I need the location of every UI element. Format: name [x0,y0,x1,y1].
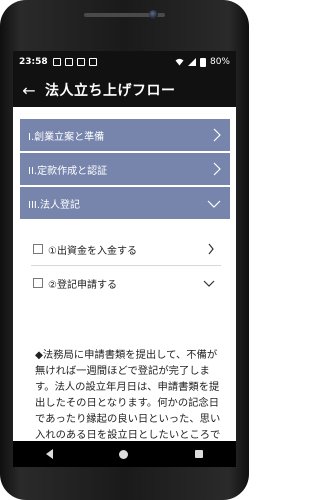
section-label: I.創業立案と準備 [28,131,105,143]
page-title: 法人立ち上げフロー [45,83,176,99]
nav-home-icon[interactable] [119,449,129,459]
status-right: 80% [175,57,230,67]
section-label: III.法人登記 [28,199,81,211]
battery-percent: 80% [209,57,230,67]
task-label: ②登記申請する [48,279,117,291]
task-item-1[interactable]: ①出資金を入金する [33,239,219,259]
image-notification-icon [52,58,61,66]
navigation-bar [13,441,236,467]
section-header-2[interactable]: II.定款作成と認証 [20,153,230,185]
wifi-icon [175,58,184,66]
nav-recents-icon[interactable] [194,450,203,458]
back-arrow-icon[interactable]: ← [13,81,45,100]
task-label: ①出資金を入金する [48,245,137,257]
section-label: II.定款作成と認証 [28,165,108,177]
nav-back-icon[interactable] [46,449,54,459]
front-camera [149,10,158,19]
divider [31,265,221,266]
section-header-1[interactable]: I.創業立案と準備 [20,119,230,151]
chevron-right-icon [208,243,214,255]
app-bar: ← 法人立ち上げフロー [13,73,236,107]
task-detail-text: ◆法務局に申請書類を提出して、不備が無ければ一週間ほどで登記が完了します。法人の… [35,349,221,441]
screen: 23:58 80% ← 法人立ち上げフロー I.創業立案と準備 II.定款作成と… [13,51,236,441]
status-bar: 23:58 80% [13,51,236,73]
notification-icons [52,58,97,66]
app-notification-icon [64,58,73,66]
chevron-right-icon [213,162,221,176]
chevron-down-icon [203,280,215,287]
status-time: 23:58 [19,57,48,67]
signal-icon [187,58,196,66]
settings-notification-icon [76,58,85,66]
section-header-3[interactable]: III.法人登記 [20,187,230,219]
task-item-2[interactable]: ②登記申請する [33,273,219,293]
battery-icon [199,57,206,67]
task-checkbox[interactable] [33,278,43,288]
alert-notification-icon [88,58,97,66]
task-checkbox[interactable] [33,244,43,254]
chevron-down-icon [207,200,221,208]
chevron-right-icon [213,128,221,142]
